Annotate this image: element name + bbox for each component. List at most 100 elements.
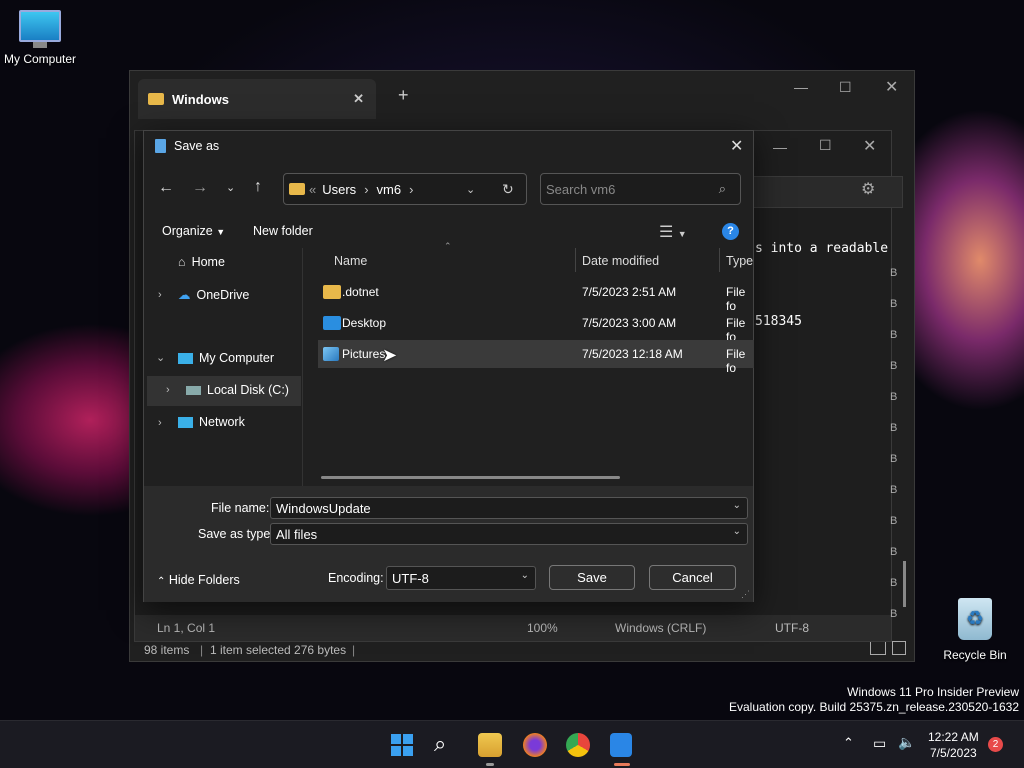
- address-dropdown-icon[interactable]: ⌄: [466, 183, 475, 196]
- cloud-icon: ☁: [178, 288, 191, 302]
- tab-windows[interactable]: Windows ✕: [138, 79, 376, 119]
- maximize-icon[interactable]: ☐: [839, 79, 852, 96]
- search-icon: ⌕: [718, 181, 726, 196]
- network-icon[interactable]: ▭: [873, 735, 886, 752]
- resize-grip-icon[interactable]: ⋰: [741, 589, 750, 600]
- chevron-up-icon: ⌃: [157, 576, 166, 587]
- chevron-down-icon[interactable]: ⌄: [521, 570, 529, 581]
- recent-chevron-icon[interactable]: ⌄: [226, 181, 235, 194]
- chevron-down-icon[interactable]: ⌄: [733, 500, 741, 511]
- nav-item-onedrive[interactable]: ☁ OneDrive: [178, 287, 249, 303]
- maximize-icon[interactable]: ☐: [819, 137, 832, 154]
- up-arrow-icon[interactable]: ↑: [254, 178, 262, 196]
- monitor-icon: [19, 10, 61, 42]
- new-folder-button[interactable]: New folder: [253, 224, 313, 238]
- notepad-taskbar-icon[interactable]: [610, 733, 632, 757]
- size-column-fragment: BBBBBBBBBBBB: [890, 267, 898, 620]
- column-header-type[interactable]: Type: [726, 254, 753, 268]
- search-box[interactable]: Search vm6 ⌕: [540, 173, 741, 205]
- horizontal-scrollbar[interactable]: [321, 476, 620, 479]
- network-icon: [178, 416, 193, 428]
- close-icon[interactable]: ✕: [730, 136, 743, 156]
- mouse-cursor-icon: ➤: [382, 345, 398, 365]
- new-tab-button[interactable]: +: [398, 85, 409, 106]
- column-header-date[interactable]: Date modified: [582, 254, 659, 268]
- forward-arrow-icon[interactable]: →: [192, 179, 208, 197]
- details-view-icon[interactable]: [870, 641, 886, 655]
- drive-icon: [186, 385, 201, 395]
- desktop-icon-label: Recycle Bin: [943, 648, 1007, 662]
- notepad-icon: [155, 139, 166, 153]
- encoding-select[interactable]: UTF-8 ⌄: [386, 566, 536, 590]
- settings-gear-icon[interactable]: ⚙: [861, 179, 875, 199]
- expand-chevron-icon[interactable]: ›: [158, 289, 162, 301]
- chrome-icon[interactable]: [566, 733, 590, 757]
- collapse-chevron-icon[interactable]: ⌄: [156, 351, 165, 364]
- back-arrow-icon[interactable]: ←: [158, 179, 174, 197]
- search-placeholder: Search vm6: [546, 181, 616, 197]
- save-type-select[interactable]: All files ⌄: [270, 523, 748, 545]
- close-tab-icon[interactable]: ✕: [353, 91, 364, 107]
- my-computer-desktop-icon[interactable]: My Computer: [0, 10, 80, 66]
- save-as-dialog: Save as ✕ ← → ⌄ ↑ « Users › vm6 › ⌄ ↻ Se…: [143, 130, 754, 602]
- file-name-label: File name:: [211, 501, 270, 515]
- refresh-icon[interactable]: ↻: [502, 181, 514, 198]
- folder-icon: [289, 183, 305, 195]
- nav-item-local-disk[interactable]: Local Disk (C:): [186, 383, 289, 397]
- column-header-name[interactable]: Name: [334, 254, 367, 268]
- start-button[interactable]: [390, 733, 414, 757]
- recycle-bin-desktop-icon[interactable]: ♻ Recycle Bin: [935, 598, 1015, 662]
- address-bar[interactable]: « Users › vm6 › ⌄ ↻: [283, 173, 527, 205]
- notepad-status-bar: Ln 1, Col 1 100% Windows (CRLF) UTF-8: [135, 615, 891, 641]
- line-ending: Windows (CRLF): [615, 621, 707, 635]
- save-button[interactable]: Save: [549, 565, 635, 590]
- navigation-pane: [146, 248, 303, 486]
- pictures-folder-icon: [323, 347, 339, 361]
- nav-item-network[interactable]: Network: [178, 415, 245, 429]
- evaluation-watermark: Windows 11 Pro Insider Preview Evaluatio…: [729, 685, 1019, 714]
- minimize-icon[interactable]: —: [794, 79, 808, 95]
- close-icon[interactable]: ✕: [885, 77, 898, 97]
- organize-button[interactable]: Organize ▼: [162, 224, 225, 238]
- folder-icon: [323, 285, 341, 299]
- encoding: UTF-8: [775, 621, 809, 635]
- search-icon[interactable]: ⌕: [434, 731, 446, 757]
- encoding-label: Encoding:: [328, 571, 384, 585]
- nav-item-home[interactable]: ⌂ Home: [178, 255, 225, 269]
- cursor-position: Ln 1, Col 1: [157, 621, 216, 635]
- file-explorer-taskbar-icon[interactable]: [478, 733, 502, 757]
- file-row[interactable]: .dotnet 7/5/2023 2:51 AM File fo: [318, 278, 754, 313]
- help-icon[interactable]: ?: [722, 223, 739, 240]
- editor-text[interactable]: 518345: [755, 314, 802, 329]
- nav-item-my-computer[interactable]: My Computer: [178, 351, 274, 365]
- taskbar: ⌕ ⌃ ▭ 🔈 12:22 AM 7/5/2023 2: [0, 720, 1024, 768]
- status-selection: 1 item selected 276 bytes: [210, 643, 347, 657]
- tab-label: Windows: [172, 91, 229, 107]
- notification-badge[interactable]: 2: [988, 737, 1003, 752]
- dialog-title: Save as: [174, 139, 220, 153]
- editor-text[interactable]: s into a readable: [755, 241, 888, 256]
- expand-chevron-icon[interactable]: ›: [158, 417, 162, 429]
- volume-icon[interactable]: 🔈: [898, 734, 915, 751]
- chevron-up-icon[interactable]: ⌃: [843, 735, 854, 751]
- desktop-folder-icon: [323, 316, 341, 330]
- tiles-view-icon[interactable]: [892, 641, 906, 655]
- expand-chevron-icon[interactable]: ›: [166, 384, 170, 396]
- view-options-icon[interactable]: ☰ ▼: [659, 222, 687, 242]
- cancel-button[interactable]: Cancel: [649, 565, 736, 590]
- file-name-input[interactable]: WindowsUpdate ⌄: [270, 497, 748, 519]
- breadcrumb-vm6[interactable]: vm6: [377, 182, 402, 197]
- recycle-bin-icon: ♻: [958, 598, 992, 640]
- minimize-icon[interactable]: —: [773, 139, 787, 155]
- hide-folders-button[interactable]: ⌃ Hide Folders: [157, 573, 240, 587]
- folder-icon: [148, 93, 164, 105]
- breadcrumb-users[interactable]: Users: [322, 182, 356, 197]
- zoom-level: 100%: [527, 621, 558, 635]
- chevron-down-icon[interactable]: ⌄: [733, 526, 741, 537]
- status-item-count: 98 items: [144, 643, 190, 657]
- monitor-icon: [178, 352, 193, 364]
- clock[interactable]: 12:22 AM 7/5/2023: [928, 729, 979, 761]
- firefox-icon[interactable]: [523, 733, 547, 757]
- file-row[interactable]: Desktop 7/5/2023 3:00 AM File fo: [318, 309, 754, 344]
- close-icon[interactable]: ✕: [863, 136, 876, 156]
